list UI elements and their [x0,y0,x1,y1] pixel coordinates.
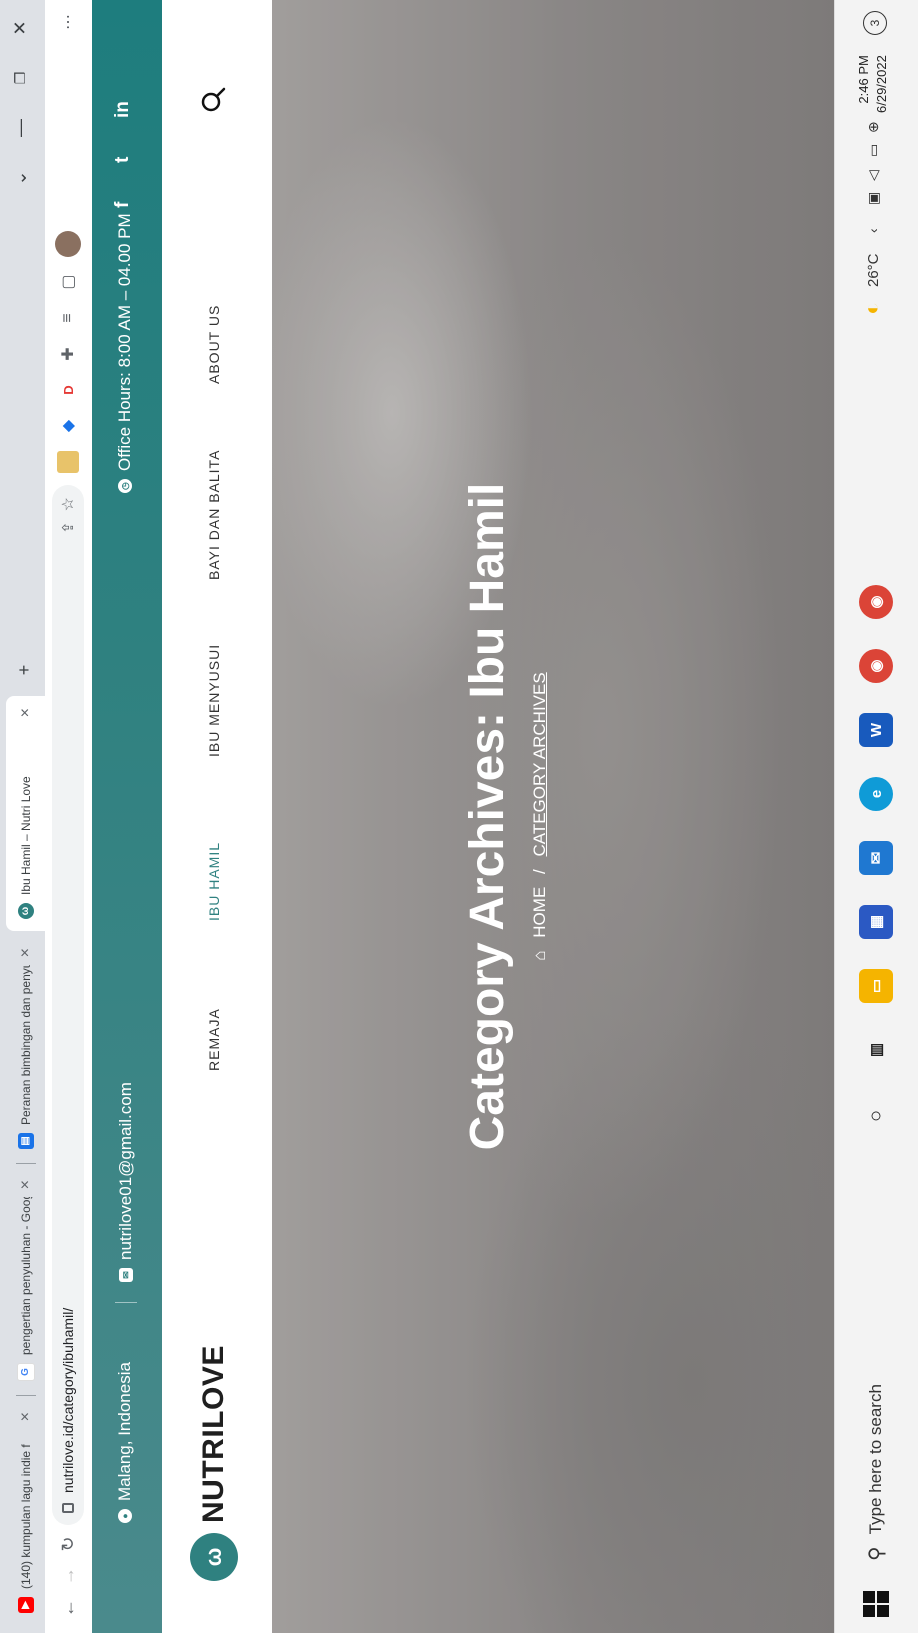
d-extension-icon[interactable]: D [57,379,79,401]
envelope-icon: ✉ [119,1268,133,1282]
restore-icon[interactable]: ❐ [0,53,40,103]
facebook-icon[interactable]: f [112,202,134,208]
chrome-icon-2[interactable]: ◉ [859,585,893,619]
tab-google[interactable]: G pengertian penyuluhan - Google × [6,1168,45,1393]
reading-list-icon[interactable]: ≡ [57,307,79,329]
window-close-icon[interactable]: ✕ [0,3,40,53]
profile-avatar[interactable] [55,231,81,257]
breadcrumb: ⌂ HOME / CATEGORY ARCHIVES [530,0,550,1633]
taskbar-search[interactable]: ⚲ Type here to search [853,1231,899,1569]
nav-ibu-hamil[interactable]: IBU HAMIL [206,842,222,921]
youtube-icon: ▶ [17,1597,34,1613]
extension-icon[interactable] [57,451,79,473]
weather-temp[interactable]: 26°C [865,253,882,287]
hero-banner: Category Archives: Ibu Hamil ⌂ HOME / CA… [272,0,834,1633]
linkedin-icon[interactable]: in [112,101,134,118]
tray-chevron-icon[interactable]: ‹ [865,228,881,233]
nutrilove-logo-icon: ω [190,1533,238,1581]
share-icon[interactable]: ⇪ [59,521,77,534]
email-info[interactable]: ✉ nutrilove01@gmail.com [115,1082,137,1303]
mail-icon[interactable]: ✉ [859,841,893,875]
new-tab-button[interactable]: + [4,652,44,688]
word-icon[interactable]: W [859,713,893,747]
desktop: ▶ (140) kumpulan lagu indie f × G penger… [0,0,918,1633]
minimize-icon[interactable]: — [0,103,40,153]
tab-strip: ▶ (140) kumpulan lagu indie f × G penger… [0,0,45,1633]
office-hours: ◷ Office Hours: 8:00 AM – 04.00 PM [115,213,135,493]
side-panel-icon[interactable]: ▢ [57,271,79,293]
weather-icon[interactable]: ◐ [859,302,885,315]
nav-ibu-menyusui[interactable]: IBU MENYUSUI [206,644,222,757]
tab-nutrilove[interactable]: ω Ibu Hamil – Nutri Love × [6,696,45,931]
task-view-icon[interactable]: ▥ [859,1033,893,1067]
location-pin-icon: ● [118,1509,132,1523]
diamond-extension-icon[interactable]: ◆ [57,415,79,437]
search-icon[interactable] [200,87,226,113]
lock-icon [62,1503,74,1513]
clock-icon: ◷ [118,479,132,493]
breadcrumb-home[interactable]: HOME [530,887,549,938]
file-explorer-icon[interactable]: ▭ [859,969,893,1003]
tab-document[interactable]: ▤ Peranan bimbingan dan penyulu × [6,936,45,1161]
windows-start-icon[interactable] [861,1589,891,1619]
menu-dots-icon[interactable]: ⋯ [57,11,79,33]
windows-taskbar: ⚲ Type here to search ○ ▥ ▭ ▦ ✉ e W ◉ ◉ … [834,0,918,1633]
document-icon: ▤ [17,1133,34,1149]
page-title: Category Archives: Ibu Hamil [461,482,514,1151]
close-icon[interactable]: × [17,708,35,717]
address-bar[interactable]: nutrilove.id/category/ibuhamil/ ⇪ ☆ [52,485,84,1525]
close-icon[interactable]: × [17,1180,35,1189]
nav-bayi-dan-balita[interactable]: BAYI DAN BALITA [206,450,222,580]
breadcrumb-separator: / [530,869,549,874]
divider [115,1302,137,1303]
twitter-icon[interactable]: t [112,157,134,163]
nav-about-us[interactable]: ABOUT US [206,305,222,384]
extensions-puzzle-icon[interactable]: ✚ [57,343,79,365]
network-icon[interactable]: ▣ [865,192,882,205]
bookmark-star-icon[interactable]: ☆ [58,497,78,511]
site-logo[interactable]: ω NUTRILOVE [190,1345,238,1581]
system-clock[interactable]: 2:46 PM 6/29/2022 [855,55,891,113]
nutrilove-icon: ω [17,903,34,919]
tab-separator [16,1163,36,1164]
battery-icon[interactable]: ▭ [865,144,882,157]
home-icon: ⌂ [530,950,549,961]
screen: ▶ (140) kumpulan lagu indie f × G penger… [0,0,918,1633]
back-icon[interactable]: ← [53,1593,83,1623]
search-icon: ⚲ [865,1546,888,1561]
site-navigation: ω NUTRILOVE REMAJA IBU HAMIL IBU MENYUSU… [162,0,272,1633]
globe-icon[interactable]: ⊕ [865,121,882,133]
forward-icon[interactable]: → [53,1561,83,1591]
tab-youtube[interactable]: ▶ (140) kumpulan lagu indie f × [6,1400,45,1625]
volume-icon[interactable]: ◁ [865,170,882,181]
browser-toolbar: ← → ↻ nutrilove.id/category/ibuhamil/ ⇪ … [45,0,93,1633]
reload-icon[interactable]: ↻ [53,1529,83,1559]
nav-remaja[interactable]: REMAJA [206,1008,222,1071]
tab-separator [16,1395,36,1396]
google-icon: G [16,1363,35,1381]
web-page: ● Malang, Indonesia ✉ nutrilove01@gmail.… [92,0,834,1633]
location-info: ● Malang, Indonesia [115,1362,135,1523]
cortana-icon[interactable]: ○ [859,1099,893,1133]
tab-search-icon[interactable]: ⌄ [0,153,40,203]
edge-icon[interactable]: e [859,777,893,811]
chrome-icon[interactable]: ◉ [859,649,893,683]
breadcrumb-current[interactable]: CATEGORY ARCHIVES [530,672,549,856]
close-icon[interactable]: × [17,1412,35,1421]
close-icon[interactable]: × [17,948,35,957]
microsoft-store-icon[interactable]: ▦ [859,905,893,939]
site-topbar: ● Malang, Indonesia ✉ nutrilove01@gmail.… [92,0,162,1633]
notification-badge[interactable]: 3 [863,11,887,35]
url-text[interactable]: nutrilove.id/category/ibuhamil/ [60,1308,76,1493]
